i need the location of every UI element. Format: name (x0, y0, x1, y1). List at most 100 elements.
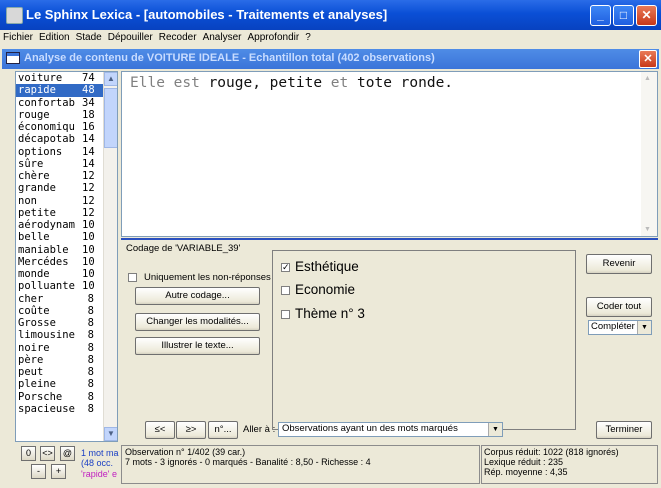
word-label: polluante (18, 280, 75, 293)
text-segment: Elle est (130, 75, 209, 91)
word-list-item[interactable]: rapide 48 (16, 84, 117, 97)
word-list-item[interactable]: aérodynam 10 (16, 219, 117, 231)
selected-word-info: 'rapide' e (81, 470, 117, 479)
word-list-item[interactable]: rouge 18 (16, 109, 117, 121)
previous-button[interactable]: ≤< (145, 421, 175, 439)
word-list-item[interactable]: Porsche 8 (16, 391, 117, 403)
observation-stats: 7 mots - 3 ignorés - 0 marqués - Banalit… (125, 457, 371, 467)
word-list-item[interactable]: chère 12 (16, 170, 117, 182)
child-close-button[interactable]: ✕ (639, 50, 657, 68)
word-count: 8 (87, 304, 94, 317)
word-count: 8 (87, 378, 94, 391)
finish-button[interactable]: Terminer (596, 421, 652, 439)
word-list-item[interactable]: pleine 8 (16, 378, 117, 390)
change-modalities-button[interactable]: Changer les modalités... (135, 313, 260, 331)
word-count: 8 (87, 390, 94, 403)
chevron-down-icon[interactable]: ▼ (637, 321, 651, 334)
word-list-item[interactable]: noire 8 (16, 342, 117, 354)
observation-text-panel[interactable]: Elle est rouge, petite et tote ronde. ▲ … (121, 71, 658, 237)
sphinx-app-icon[interactable] (6, 7, 23, 24)
word-list-scrollbar[interactable]: ▲ ▼ (103, 72, 117, 441)
word-list-item[interactable]: maniable 10 (16, 244, 117, 256)
goto-number-button[interactable]: n°... (208, 421, 238, 439)
menu-approfondir[interactable]: Approfondir (244, 30, 302, 43)
word-list-item[interactable]: coûte 8 (16, 305, 117, 317)
plus-button[interactable]: + (51, 464, 66, 479)
scroll-up-icon[interactable]: ▲ (104, 72, 117, 86)
complete-select[interactable]: Compléter ▼ (588, 320, 652, 335)
word-list-item[interactable]: belle 10 (16, 231, 117, 243)
theme-checkbox-checked[interactable]: ✓ (281, 262, 290, 272)
scroll-down-icon[interactable]: ▼ (644, 226, 651, 233)
word-count: 12 (82, 182, 95, 195)
word-list-item[interactable]: options 14 (16, 146, 117, 158)
word-count: 12 (82, 194, 95, 207)
word-list-item[interactable]: Grosse 8 (16, 317, 117, 329)
theme-checkbox[interactable] (281, 309, 290, 319)
word-list-item[interactable]: grande 12 (16, 182, 117, 194)
scroll-up-icon[interactable]: ▲ (644, 75, 651, 82)
menu-recoder[interactable]: Recoder (156, 30, 200, 43)
word-label: limousine (18, 329, 75, 342)
word-label: rapide (18, 84, 56, 97)
menu-depouiller[interactable]: Dépouiller (105, 30, 156, 43)
app-title-bar: Le Sphinx Lexica - [automobiles - Traite… (0, 0, 661, 30)
word-label: peut (18, 366, 44, 378)
maximize-button[interactable]: □ (613, 5, 634, 26)
menu-fichier[interactable]: Fichier (0, 30, 36, 43)
word-list-item[interactable]: père 8 (16, 354, 117, 366)
word-count: 12 (82, 170, 95, 182)
word-count: 74 (82, 72, 95, 84)
word-list-item[interactable]: décapotab 14 (16, 133, 117, 145)
chevron-down-icon[interactable]: ▼ (488, 423, 502, 436)
menu-edition[interactable]: Edition (36, 30, 73, 43)
next-button[interactable]: ≥> (176, 421, 206, 439)
occurrence-info: (48 occ. (81, 459, 114, 468)
theme-checkbox[interactable] (281, 285, 290, 295)
word-count: 8 (87, 353, 94, 366)
word-list-item[interactable]: confortab 34 (16, 97, 117, 109)
back-button[interactable]: Revenir (586, 254, 652, 274)
word-count: 18 (82, 108, 95, 121)
nonresponse-checkbox[interactable] (128, 273, 137, 282)
word-list-item[interactable]: non 12 (16, 195, 117, 207)
text-segment: et (330, 75, 357, 91)
minimize-button[interactable]: _ (590, 5, 611, 26)
menu-analyser[interactable]: Analyser (200, 30, 245, 43)
other-coding-button[interactable]: Autre codage... (135, 287, 260, 305)
text-scrollbar[interactable]: ▲ ▼ (641, 72, 657, 236)
minus-button[interactable]: - (31, 464, 46, 479)
word-list-item[interactable]: cher 8 (16, 293, 117, 305)
word-list-item[interactable]: polluante 10 (16, 280, 117, 292)
child-window-title: Analyse de contenu de VOITURE IDEALE - E… (24, 52, 435, 64)
word-list-item[interactable]: voiture 74 (16, 72, 117, 84)
illustrate-text-button[interactable]: Illustrer le texte... (135, 337, 260, 355)
goto-select[interactable]: Observations ayant un des mots marqués ▼ (278, 422, 503, 437)
expand-button[interactable]: <> (40, 446, 55, 461)
theme-esthetique[interactable]: ✓ Esthétique (281, 259, 359, 274)
word-list-item[interactable]: monde 10 (16, 268, 117, 280)
word-label: père (18, 353, 44, 366)
word-list-item[interactable]: petite 12 (16, 207, 117, 219)
word-label: non (18, 194, 37, 207)
zero-button[interactable]: 0 (21, 446, 36, 461)
scroll-down-icon[interactable]: ▼ (104, 427, 117, 441)
word-list-item[interactable]: spacieuse 8 (16, 403, 117, 415)
word-list-item[interactable]: sûre 14 (16, 158, 117, 170)
word-label: maniable (18, 243, 69, 256)
code-all-button[interactable]: Coder tout (586, 297, 652, 317)
close-button[interactable]: ✕ (636, 5, 657, 26)
menu-stade[interactable]: Stade (73, 30, 105, 43)
word-count: 10 (82, 219, 95, 231)
at-button[interactable]: @ (60, 446, 75, 461)
word-list[interactable]: voiture 74 rapide 48 confortab 34 rouge 18 écono… (15, 71, 118, 442)
scroll-thumb[interactable] (104, 88, 117, 148)
menu-help[interactable]: ? (302, 30, 314, 43)
word-list-item[interactable]: Mercédes 10 (16, 256, 117, 268)
word-list-item[interactable]: peut 8 (16, 366, 117, 378)
theme-3[interactable]: Thème n° 3 (281, 306, 365, 321)
theme-economie[interactable]: Economie (281, 282, 355, 297)
word-list-item[interactable]: économiqu 16 (16, 121, 117, 133)
word-count: 8 (87, 402, 94, 415)
word-list-item[interactable]: limousine 8 (16, 329, 117, 341)
